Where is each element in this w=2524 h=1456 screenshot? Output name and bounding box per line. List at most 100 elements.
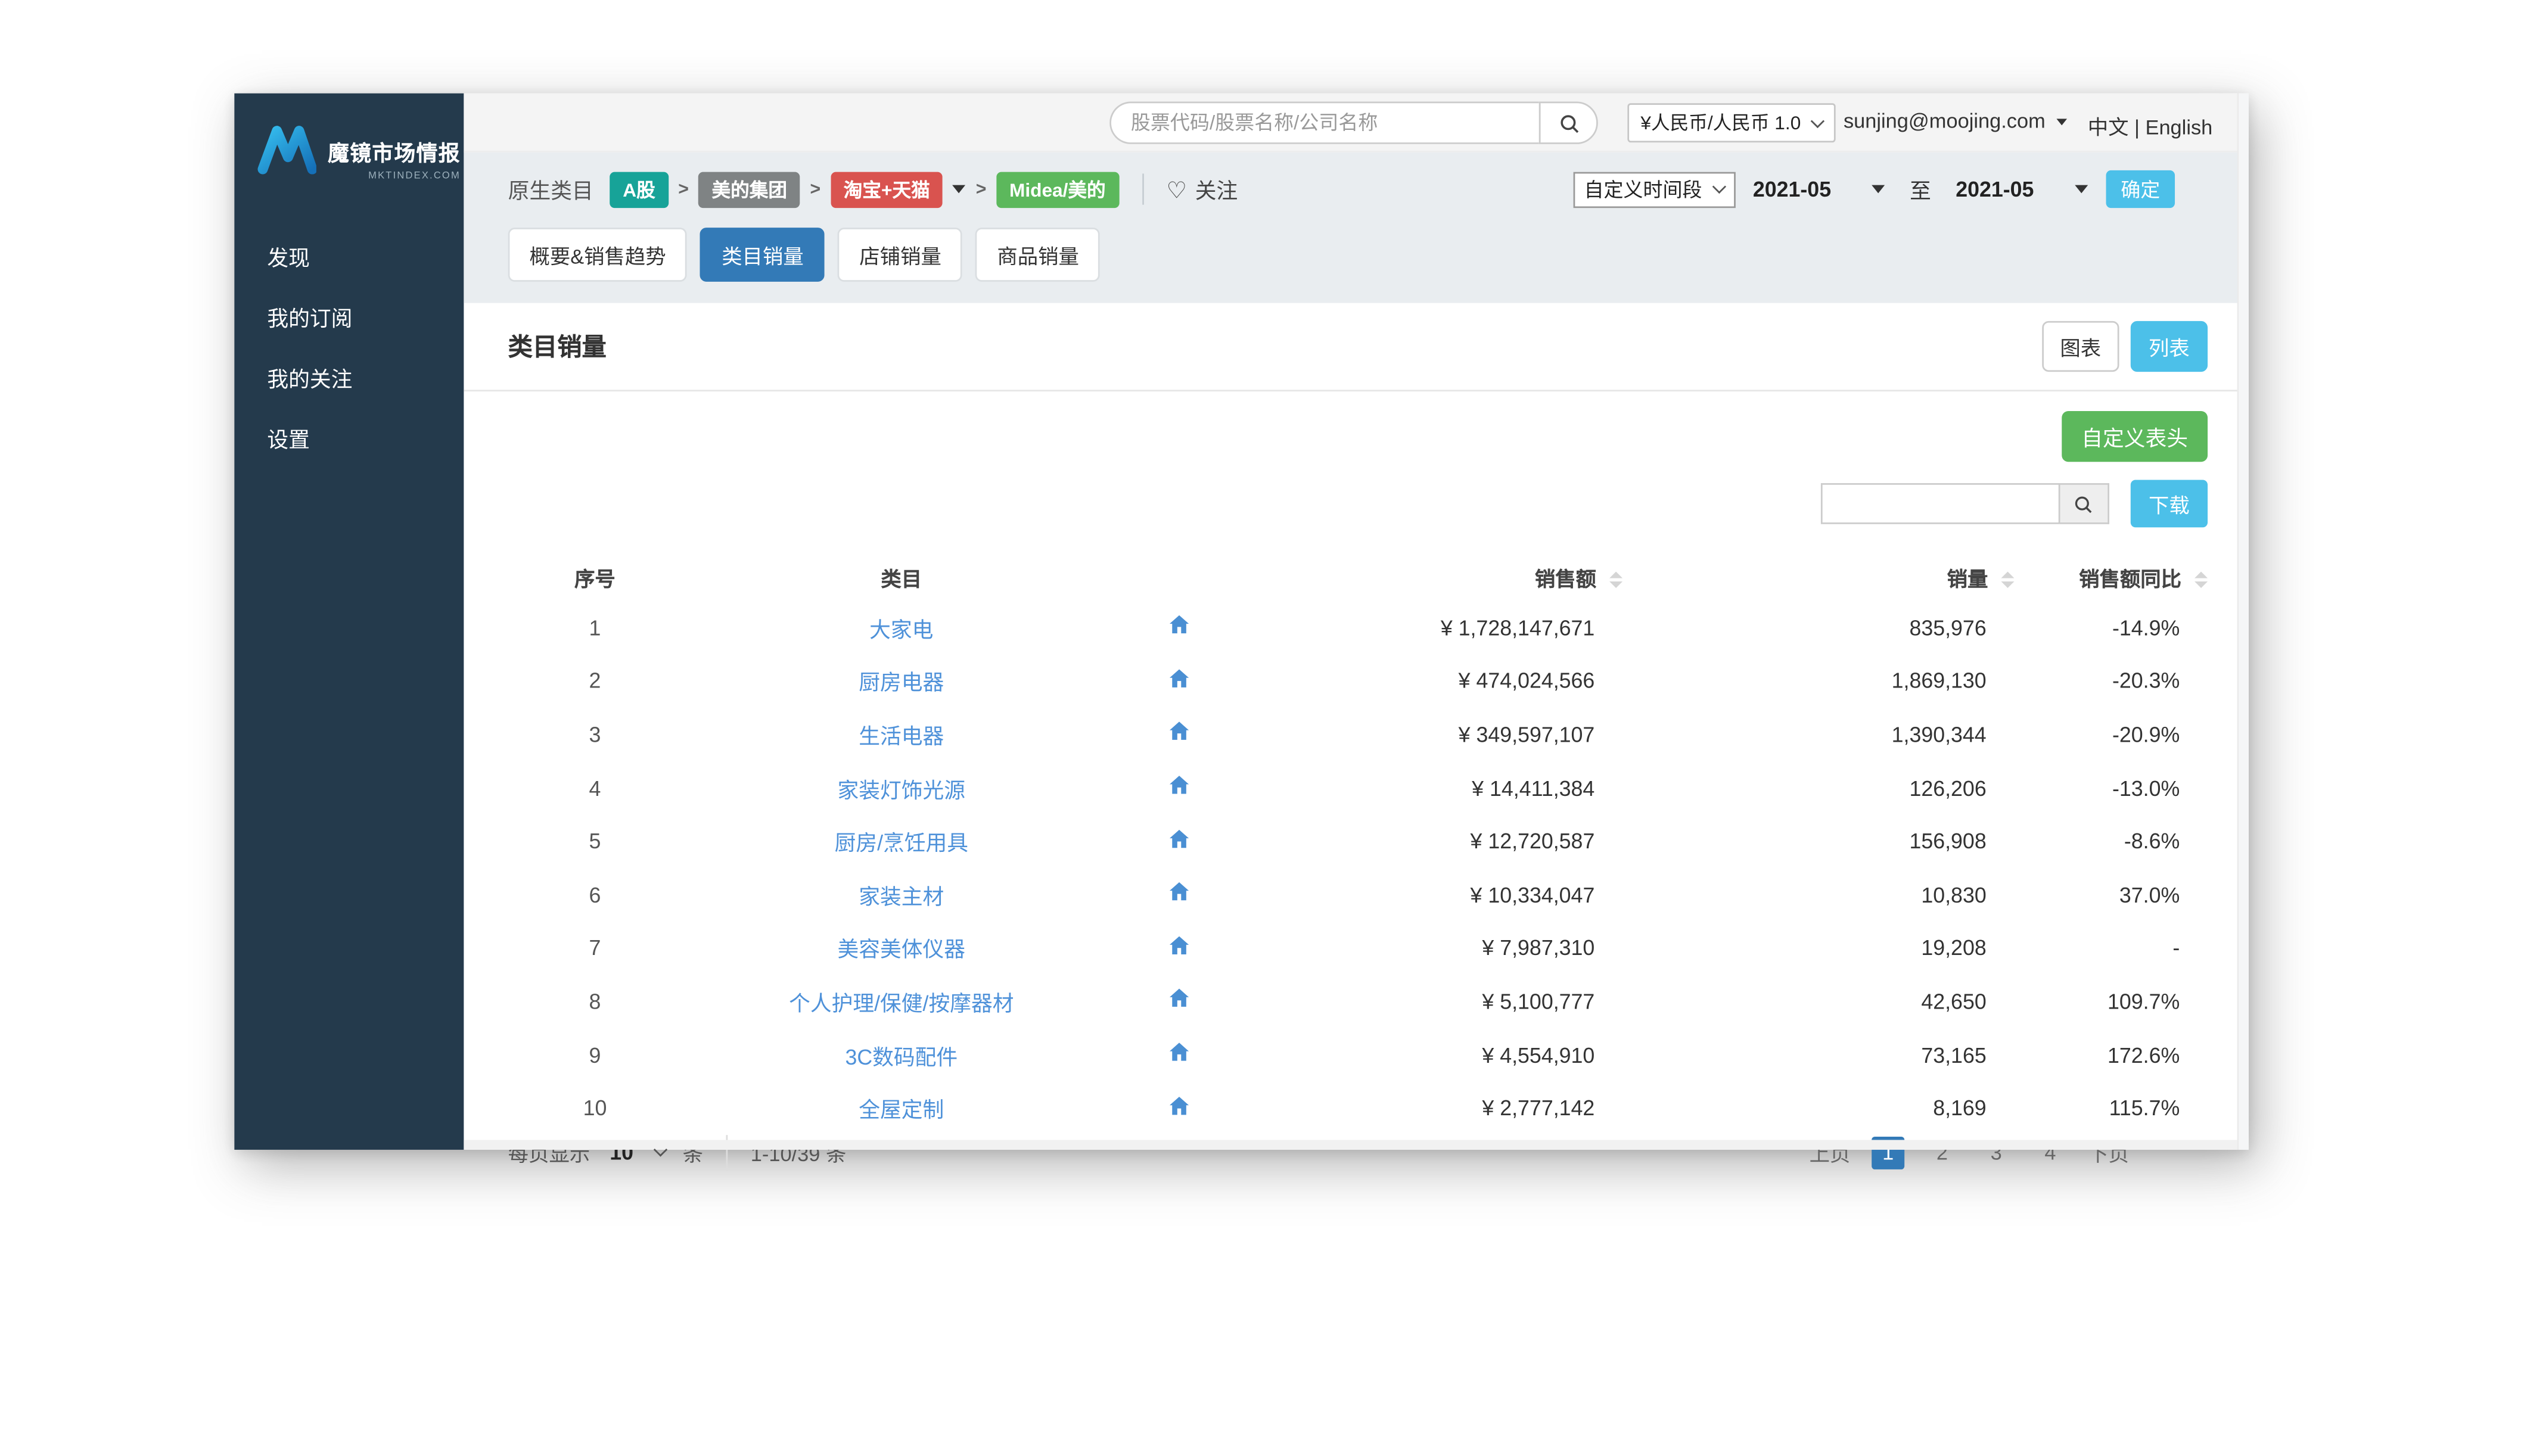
sort-icon[interactable] xyxy=(1609,572,1623,589)
search-icon xyxy=(1560,114,1578,132)
table-row: 9 3C数码配件 ¥ 4,554,910 73,165 172.6% xyxy=(508,1028,2208,1082)
page: 魔镜市场情报 MKTINDEX.COM 发现 我的订阅 我的关注 设置 股票代码… xyxy=(0,0,2524,1456)
date-from[interactable]: 2021-05 xyxy=(1753,177,1831,201)
sort-icon[interactable] xyxy=(2001,572,2015,589)
breadcrumb-badge[interactable]: Midea/美的 xyxy=(996,171,1119,207)
category-link[interactable]: 家装主材 xyxy=(859,884,944,909)
date-filter: 自定义时间段 2021-05 至 2021-05 确定 xyxy=(1572,170,2204,209)
home-icon[interactable] xyxy=(1168,1042,1189,1063)
table-search xyxy=(1820,483,2109,524)
breadcrumb-separator: > xyxy=(975,179,987,200)
sort-icon[interactable] xyxy=(2194,572,2208,589)
sales-amount: ¥ 349,597,107 xyxy=(1458,722,1595,747)
row-index: 10 xyxy=(583,1096,607,1121)
tab-店铺销量[interactable]: 店铺销量 xyxy=(838,228,963,282)
table-panel: 自定义表头 下载 序号 类目 销售额 销量 销售额同比 1 大家电 ¥ 1,72… xyxy=(464,391,2248,1171)
confirm-button[interactable]: 确定 xyxy=(2106,170,2175,209)
table-search-button[interactable] xyxy=(2060,483,2109,524)
topbar: ¥人民币/人民币 1.0 sunjing@moojing.com 中文 | En… xyxy=(464,93,2249,153)
sidebar-item-发现[interactable]: 发现 xyxy=(234,226,464,287)
row-index: 8 xyxy=(589,989,601,1014)
sales-yoy: -13.0% xyxy=(2112,775,2180,801)
row-index: 7 xyxy=(589,935,601,961)
brand-subtitle: MKTINDEX.COM xyxy=(368,172,461,182)
home-icon[interactable] xyxy=(1168,935,1189,956)
sales-volume: 126,206 xyxy=(1909,775,1987,801)
home-icon[interactable] xyxy=(1168,1095,1189,1116)
stock-search xyxy=(1109,101,1598,144)
caret-down-icon[interactable] xyxy=(953,185,966,194)
page-title: 类目销量 xyxy=(508,334,607,362)
caret-down-icon xyxy=(2056,117,2068,125)
category-link[interactable]: 家装灯饰光源 xyxy=(838,777,966,802)
user-menu[interactable]: sunjing@moojing.com xyxy=(1844,110,2068,133)
category-link[interactable]: 全屋定制 xyxy=(859,1097,944,1122)
sidebar-item-label: 我的订阅 xyxy=(267,306,353,331)
caret-down-icon[interactable] xyxy=(2075,185,2088,194)
category-link[interactable]: 美容美体仪器 xyxy=(838,938,966,962)
caret-down-icon[interactable] xyxy=(1872,185,1885,194)
currency-value: ¥人民币/人民币 1.0 xyxy=(1640,114,1801,135)
chart-view-button[interactable]: 图表 xyxy=(2042,321,2119,372)
table-row: 8 个人护理/保健/按摩器材 ¥ 5,100,777 42,650 109.7% xyxy=(508,975,2208,1028)
breadcrumb-badge[interactable]: 淘宝+天猫 xyxy=(830,171,943,207)
column-header-销售额同比[interactable]: 销售额同比 xyxy=(2014,552,2208,601)
tab-类目销量[interactable]: 类目销量 xyxy=(700,228,825,282)
table-body: 1 大家电 ¥ 1,728,147,671 835,976 -14.9% 2 厨… xyxy=(508,601,2208,1135)
category-link[interactable]: 厨房电器 xyxy=(859,670,944,695)
column-header-销量[interactable]: 销量 xyxy=(1622,552,2015,601)
sidebar-item-我的关注[interactable]: 我的关注 xyxy=(234,347,464,408)
table-row: 5 厨房/烹饪用具 ¥ 12,720,587 156,908 -8.6% xyxy=(508,814,2208,868)
column-header-销售额[interactable]: 销售额 xyxy=(1236,552,1623,601)
sidebar-nav: 发现我的订阅我的关注 设置 xyxy=(234,226,464,468)
home-icon[interactable] xyxy=(1168,828,1189,850)
language-switch[interactable]: 中文 | English xyxy=(2088,110,2213,141)
row-index: 9 xyxy=(589,1042,601,1068)
breadcrumb-badge[interactable]: A股 xyxy=(610,171,669,207)
vertical-scrollbar[interactable] xyxy=(2237,93,2249,1150)
category-link[interactable]: 厨房/烹饪用具 xyxy=(835,830,969,855)
breadcrumb-badge[interactable]: 美的集团 xyxy=(698,171,801,207)
category-link[interactable]: 3C数码配件 xyxy=(845,1044,958,1069)
category-link[interactable]: 个人护理/保健/按摩器材 xyxy=(789,991,1014,1015)
home-icon[interactable] xyxy=(1168,615,1189,636)
sales-amount: ¥ 14,411,384 xyxy=(1472,775,1595,801)
date-mode-value: 自定义时间段 xyxy=(1584,178,1702,202)
date-mode-select[interactable]: 自定义时间段 xyxy=(1572,171,1735,207)
customize-columns-button[interactable]: 自定义表头 xyxy=(2062,411,2208,462)
home-icon[interactable] xyxy=(1168,721,1189,743)
sales-yoy: 109.7% xyxy=(2108,989,2180,1014)
stock-search-button[interactable] xyxy=(1538,101,1598,144)
section-header: 类目销量 图表 列表 xyxy=(464,303,2249,392)
sales-volume: 8,169 xyxy=(1933,1096,1987,1121)
category-link[interactable]: 大家电 xyxy=(869,617,933,642)
sales-amount: ¥ 7,987,310 xyxy=(1482,935,1595,961)
sales-volume: 1,390,344 xyxy=(1891,722,1987,747)
download-button[interactable]: 下载 xyxy=(2130,480,2208,528)
follow-label: 关注 xyxy=(1195,178,1238,203)
home-icon[interactable] xyxy=(1168,988,1189,1010)
tab-商品销量[interactable]: 商品销量 xyxy=(975,228,1101,282)
home-icon[interactable] xyxy=(1168,882,1189,903)
sidebar-item-设置[interactable]: 设置 xyxy=(234,408,464,469)
date-to[interactable]: 2021-05 xyxy=(1956,177,2034,201)
list-view-button[interactable]: 列表 xyxy=(2130,321,2208,372)
sales-yoy: 37.0% xyxy=(2119,882,2180,907)
follow-button[interactable]: ♡ 关注 xyxy=(1142,173,1238,205)
category-link[interactable]: 生活电器 xyxy=(859,724,944,748)
tab-概要&销售趋势[interactable]: 概要&销售趋势 xyxy=(508,228,688,282)
sidebar-item-我的订阅[interactable]: 我的订阅 xyxy=(234,287,464,347)
sales-volume: 10,830 xyxy=(1921,882,1987,907)
currency-select[interactable]: ¥人民币/人民币 1.0 xyxy=(1627,103,1836,143)
footer-strip xyxy=(464,1140,2249,1150)
row-index: 5 xyxy=(589,829,601,854)
row-index: 6 xyxy=(589,882,601,907)
table-search-input[interactable] xyxy=(1820,483,2060,524)
home-icon[interactable] xyxy=(1168,668,1189,689)
sales-volume: 835,976 xyxy=(1909,615,1987,640)
home-icon[interactable] xyxy=(1168,775,1189,797)
row-index: 2 xyxy=(589,668,601,693)
moojing-logo-icon xyxy=(257,126,316,175)
sales-yoy: 115.7% xyxy=(2109,1096,2180,1121)
stock-search-input[interactable] xyxy=(1109,101,1539,144)
